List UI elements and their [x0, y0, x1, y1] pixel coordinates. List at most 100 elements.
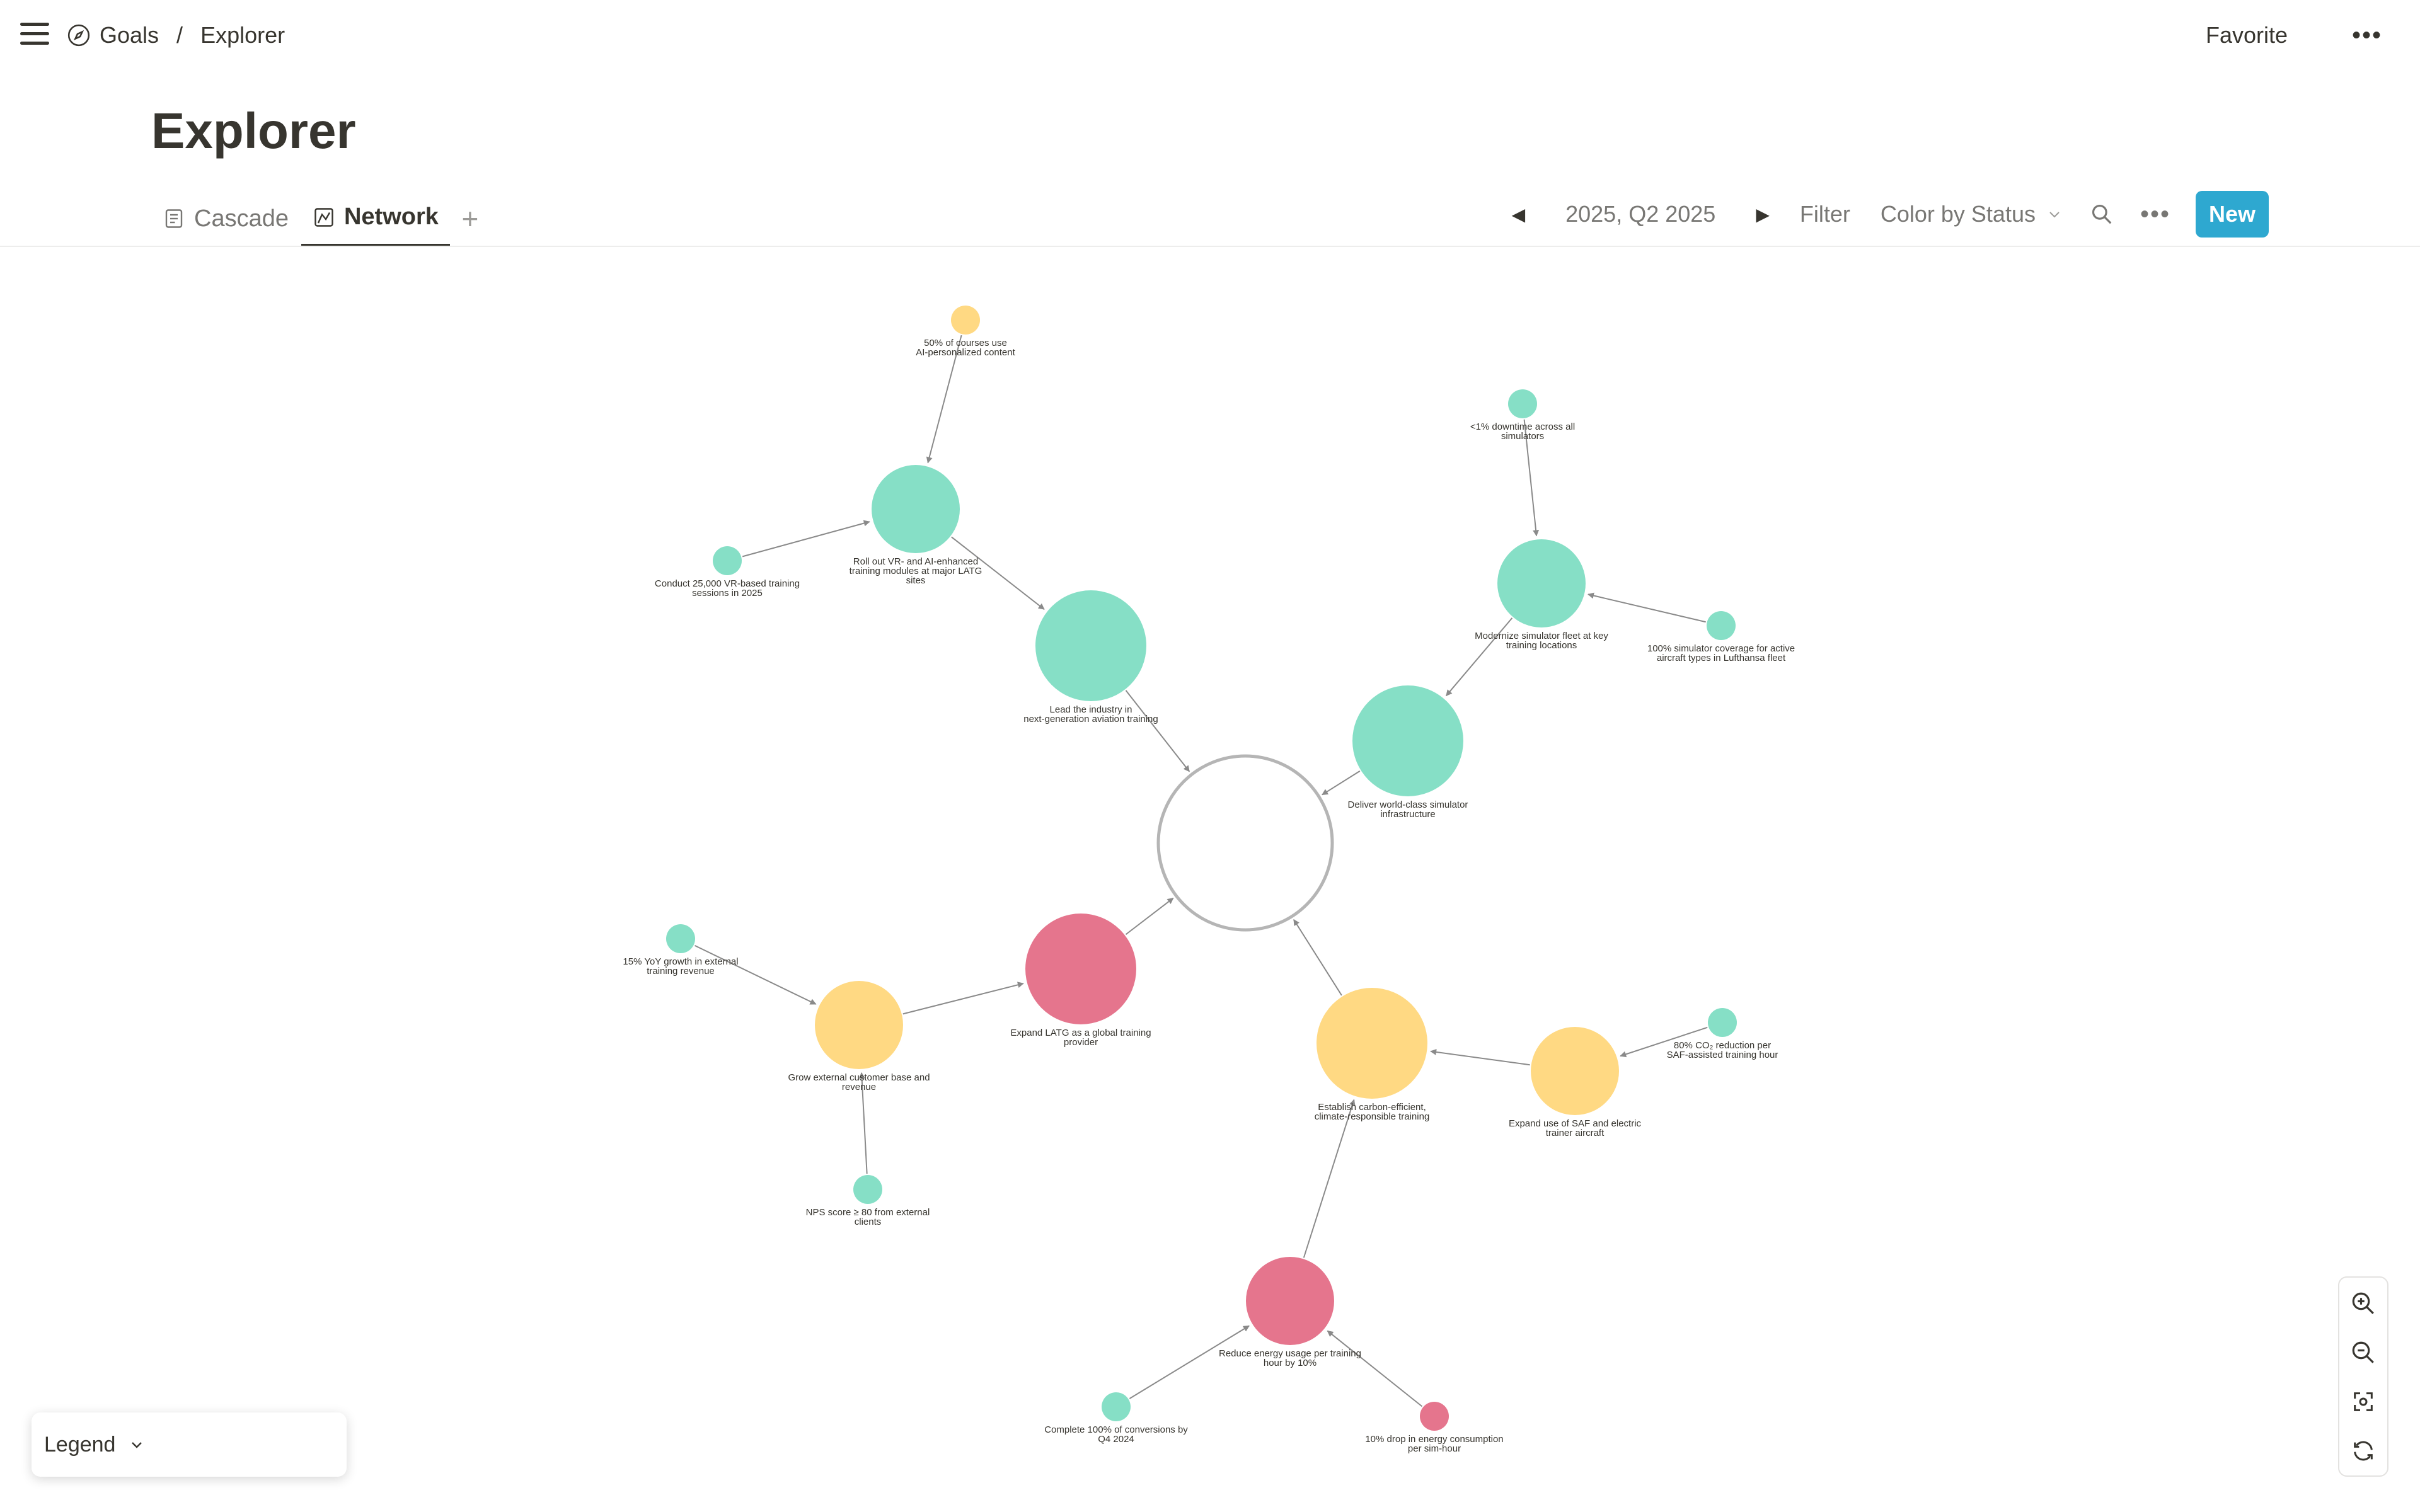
node-circle[interactable]: [815, 981, 903, 1069]
color-by-label: Color by Status: [1880, 201, 2036, 227]
edge-saf-to-carbon: [1430, 1048, 1530, 1066]
graph-node-nps[interactable]: NPS score ≥ 80 from externalclients: [806, 1175, 930, 1227]
new-button[interactable]: New: [2196, 191, 2269, 238]
node-label: next-generation aviation training: [1023, 714, 1158, 724]
zoom-in-button[interactable]: [2339, 1279, 2387, 1328]
fit-view-button[interactable]: [2339, 1377, 2387, 1426]
chevron-down-icon: [2049, 212, 2060, 218]
search-icon: [2092, 204, 2112, 224]
node-label: infrastructure: [1380, 809, 1436, 820]
graph-node-lead[interactable]: Lead the industry innext-generation avia…: [1023, 590, 1158, 724]
tab-cascade-label: Cascade: [194, 205, 289, 232]
tab-cascade[interactable]: Cascade: [151, 190, 300, 247]
node-circle[interactable]: [1707, 611, 1736, 640]
search-button[interactable]: [2077, 202, 2126, 226]
graph-node-root[interactable]: [1156, 754, 1334, 932]
node-circle[interactable]: [666, 924, 695, 953]
graph-node-drop10[interactable]: 10% drop in energy consumptionper sim-ho…: [1365, 1402, 1504, 1454]
node-circle[interactable]: [1497, 539, 1586, 627]
network-icon: [314, 207, 333, 227]
node-label: hour by 10%: [1264, 1358, 1317, 1368]
filter-button[interactable]: Filter: [1785, 201, 1865, 227]
edge-grow-to-expand: [902, 982, 1024, 1015]
node-circle[interactable]: [1025, 914, 1136, 1024]
plus-icon: +: [461, 202, 479, 235]
edge-lead-to-root: [1125, 690, 1190, 772]
zoom-out-button[interactable]: [2339, 1328, 2387, 1377]
refresh-icon: [2354, 1441, 2373, 1461]
node-label: trainer aircraft: [1546, 1128, 1605, 1138]
node-label: training locations: [1506, 640, 1577, 651]
period-selector[interactable]: 2025, Q2 2025: [1540, 201, 1741, 227]
graph-node-saf[interactable]: Expand use of SAF and electrictrainer ai…: [1509, 1027, 1642, 1138]
color-by-button[interactable]: Color by Status: [1865, 201, 2077, 227]
top-bar: Goals / Explorer Favorite •••: [0, 0, 2420, 71]
node-circle[interactable]: [1102, 1392, 1131, 1421]
tab-network[interactable]: Network: [301, 190, 450, 247]
next-period-button[interactable]: ▶: [1741, 204, 1785, 225]
node-circle[interactable]: [853, 1175, 882, 1204]
compass-icon: [67, 24, 90, 47]
graph-node-conv[interactable]: Complete 100% of conversions byQ4 2024: [1044, 1392, 1188, 1445]
node-circle[interactable]: [1035, 590, 1146, 701]
graph-node-co2[interactable]: 80% CO₂ reduction perSAF-assisted traini…: [1667, 1008, 1778, 1060]
graph-node-energy[interactable]: Reduce energy usage per traininghour by …: [1219, 1257, 1361, 1368]
node-circle[interactable]: [1317, 988, 1427, 1099]
breadcrumb-separator: /: [176, 22, 183, 48]
node-label: revenue: [842, 1082, 876, 1092]
graph-node-vr25k[interactable]: Conduct 25,000 VR-based trainingsessions…: [655, 546, 800, 598]
graph-node-carbon[interactable]: Establish carbon-efficient,climate-respo…: [1315, 988, 1430, 1122]
menu-icon[interactable]: [20, 21, 49, 47]
favorite-button[interactable]: Favorite: [2206, 20, 2288, 50]
zoom-controls: [2338, 1276, 2388, 1477]
fit-view-icon: [2354, 1392, 2373, 1411]
edge-expand-to-root: [1125, 897, 1174, 936]
graph-node-coverage[interactable]: 100% simulator coverage for activeaircra…: [1647, 611, 1795, 663]
graph-node-deliver[interactable]: Deliver world-class simulatorinfrastruct…: [1348, 685, 1468, 820]
node-label: per sim-hour: [1408, 1443, 1461, 1454]
node-label: sites: [906, 575, 926, 586]
node-label: training revenue: [647, 966, 715, 976]
node-circle[interactable]: [1531, 1027, 1619, 1115]
node-label: sessions in 2025: [692, 588, 763, 598]
view-toolbar: ◀ 2025, Q2 2025 ▶ Filter Color by Status…: [1497, 190, 2269, 238]
breadcrumb-goals-label: Goals: [100, 22, 159, 48]
graph-node-yoy15[interactable]: 15% YoY growth in externaltraining reven…: [623, 924, 739, 976]
node-circle[interactable]: [1508, 389, 1537, 418]
edge-deliver-to-root: [1322, 770, 1361, 796]
node-circle[interactable]: [1708, 1008, 1737, 1037]
graph-node-grow[interactable]: Grow external customer base andrevenue: [788, 981, 930, 1092]
node-circle[interactable]: [951, 306, 980, 335]
graph-node-rollout[interactable]: Roll out VR- and AI-enhancedtraining mod…: [850, 465, 982, 586]
node-circle[interactable]: [713, 546, 742, 575]
node-circle[interactable]: [1246, 1257, 1334, 1345]
edge-carbon-to-root: [1293, 919, 1342, 996]
edge-modernize-to-deliver: [1446, 617, 1513, 697]
node-label: aircraft types in Lufthansa fleet: [1657, 653, 1786, 663]
chevron-down-icon: [132, 1442, 142, 1448]
add-view-button[interactable]: +: [451, 190, 489, 247]
legend-label: Legend: [44, 1432, 116, 1457]
view-tabs: Cascade Network +: [151, 190, 489, 247]
node-circle[interactable]: [1156, 754, 1334, 932]
edge-energy-to-carbon: [1303, 1099, 1356, 1258]
previous-period-button[interactable]: ◀: [1497, 204, 1541, 225]
node-label: provider: [1064, 1037, 1098, 1048]
graph-node-expand[interactable]: Expand LATG as a global trainingprovider: [1010, 914, 1151, 1048]
node-circle[interactable]: [1420, 1402, 1449, 1431]
page-more-button[interactable]: •••: [2352, 23, 2382, 48]
node-circle[interactable]: [872, 465, 960, 553]
graph-nodes: Lead the industry innext-generation avia…: [623, 306, 1795, 1454]
breadcrumb-goals[interactable]: Goals: [67, 22, 159, 49]
legend-toggle[interactable]: Legend: [32, 1412, 347, 1477]
edge-drop10-to-energy: [1327, 1330, 1423, 1407]
node-circle[interactable]: [1352, 685, 1463, 796]
graph-node-downtime[interactable]: <1% downtime across allsimulators: [1470, 389, 1575, 442]
view-more-button[interactable]: •••: [2126, 202, 2184, 227]
graph-node-ai50[interactable]: 50% of courses useAI-personalized conten…: [916, 306, 1016, 358]
refresh-layout-button[interactable]: [2339, 1426, 2387, 1475]
breadcrumb-explorer[interactable]: Explorer: [200, 22, 285, 49]
page-title: Explorer: [151, 103, 356, 159]
zoom-out-icon: [2352, 1341, 2374, 1363]
network-graph[interactable]: Lead the industry innext-generation avia…: [0, 247, 2420, 1512]
